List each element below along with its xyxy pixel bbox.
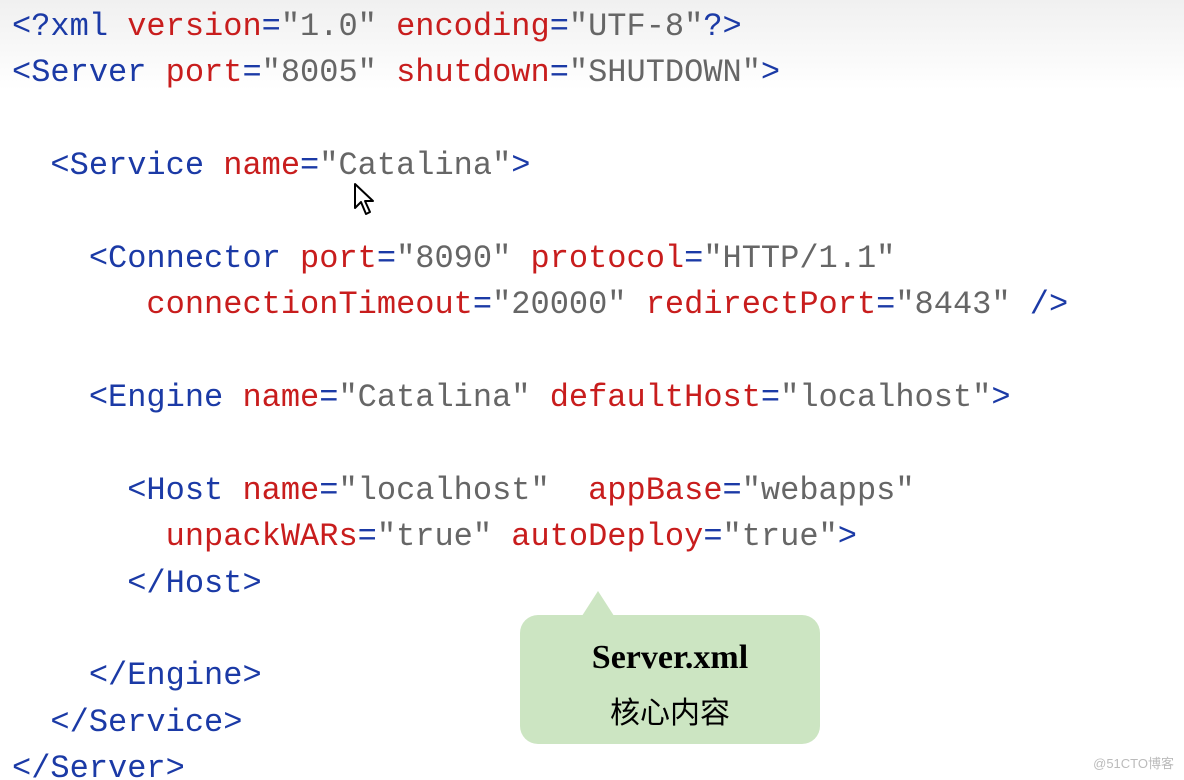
connector-open: <Connector	[89, 240, 281, 277]
host-open-gt: >	[838, 518, 857, 555]
xml-encoding-attr: encoding	[396, 8, 550, 45]
host-unpack-val: "true"	[377, 518, 492, 555]
engine-name-attr: name	[242, 379, 319, 416]
server-shutdown-attr: shutdown	[396, 54, 550, 91]
eq: =	[761, 379, 780, 416]
connector-protocol-attr: protocol	[530, 240, 684, 277]
connector-port-val: "8090"	[396, 240, 511, 277]
engine-open-gt: >	[991, 379, 1010, 416]
eq: =	[319, 472, 338, 509]
engine-open: <Engine	[89, 379, 223, 416]
xml-encoding-val: "UTF-8"	[569, 8, 703, 45]
eq: =	[550, 8, 569, 45]
server-open: <Server	[12, 54, 146, 91]
eq: =	[358, 518, 377, 555]
engine-close: </Engine>	[89, 657, 262, 694]
eq: =	[377, 240, 396, 277]
eq: =	[473, 286, 492, 323]
server-open-gt: >	[761, 54, 780, 91]
service-close: </Service>	[50, 704, 242, 741]
watermark-text: @51CTO博客	[1093, 755, 1174, 774]
xml-version-val: "1.0"	[281, 8, 377, 45]
connector-selfclose: />	[1030, 286, 1068, 323]
server-close: </Server>	[12, 750, 185, 780]
eq: =	[300, 147, 319, 184]
host-name-val: "localhost"	[338, 472, 549, 509]
host-name-attr: name	[242, 472, 319, 509]
connector-protocol-val: "HTTP/1.1"	[703, 240, 895, 277]
server-shutdown-val: "SHUTDOWN"	[569, 54, 761, 91]
connector-rp-val: "8443"	[895, 286, 1010, 323]
connector-ct-attr: connectionTimeout	[146, 286, 472, 323]
eq: =	[319, 379, 338, 416]
host-auto-attr: autoDeploy	[511, 518, 703, 555]
callout-bubble: Server.xml 核心内容	[520, 615, 820, 744]
connector-rp-attr: redirectPort	[646, 286, 876, 323]
host-open: <Host	[127, 472, 223, 509]
eq: =	[262, 8, 281, 45]
eq: =	[723, 472, 742, 509]
connector-ct-val: "20000"	[492, 286, 626, 323]
server-port-val: "8005"	[262, 54, 377, 91]
engine-name-val: "Catalina"	[338, 379, 530, 416]
eq: =	[684, 240, 703, 277]
callout-subtitle: 核心内容	[540, 692, 800, 736]
eq: =	[876, 286, 895, 323]
engine-dh-val: "localhost"	[780, 379, 991, 416]
xml-decl-open: <?xml	[12, 8, 108, 45]
service-open-gt: >	[511, 147, 530, 184]
service-name-attr: name	[223, 147, 300, 184]
host-close: </Host>	[127, 565, 261, 602]
service-name-val: "Catalina"	[319, 147, 511, 184]
server-port-attr: port	[166, 54, 243, 91]
host-appbase-val: "webapps"	[742, 472, 915, 509]
engine-dh-attr: defaultHost	[550, 379, 761, 416]
host-appbase-attr: appBase	[588, 472, 722, 509]
xml-decl-close: ?>	[703, 8, 741, 45]
eq: =	[550, 54, 569, 91]
connector-port-attr: port	[300, 240, 377, 277]
xml-version-attr: version	[127, 8, 261, 45]
eq: =	[242, 54, 261, 91]
callout-title: Server.xml	[540, 633, 800, 682]
host-auto-val: "true"	[723, 518, 838, 555]
service-open: <Service	[50, 147, 204, 184]
host-unpack-attr: unpackWARs	[166, 518, 358, 555]
eq: =	[703, 518, 722, 555]
